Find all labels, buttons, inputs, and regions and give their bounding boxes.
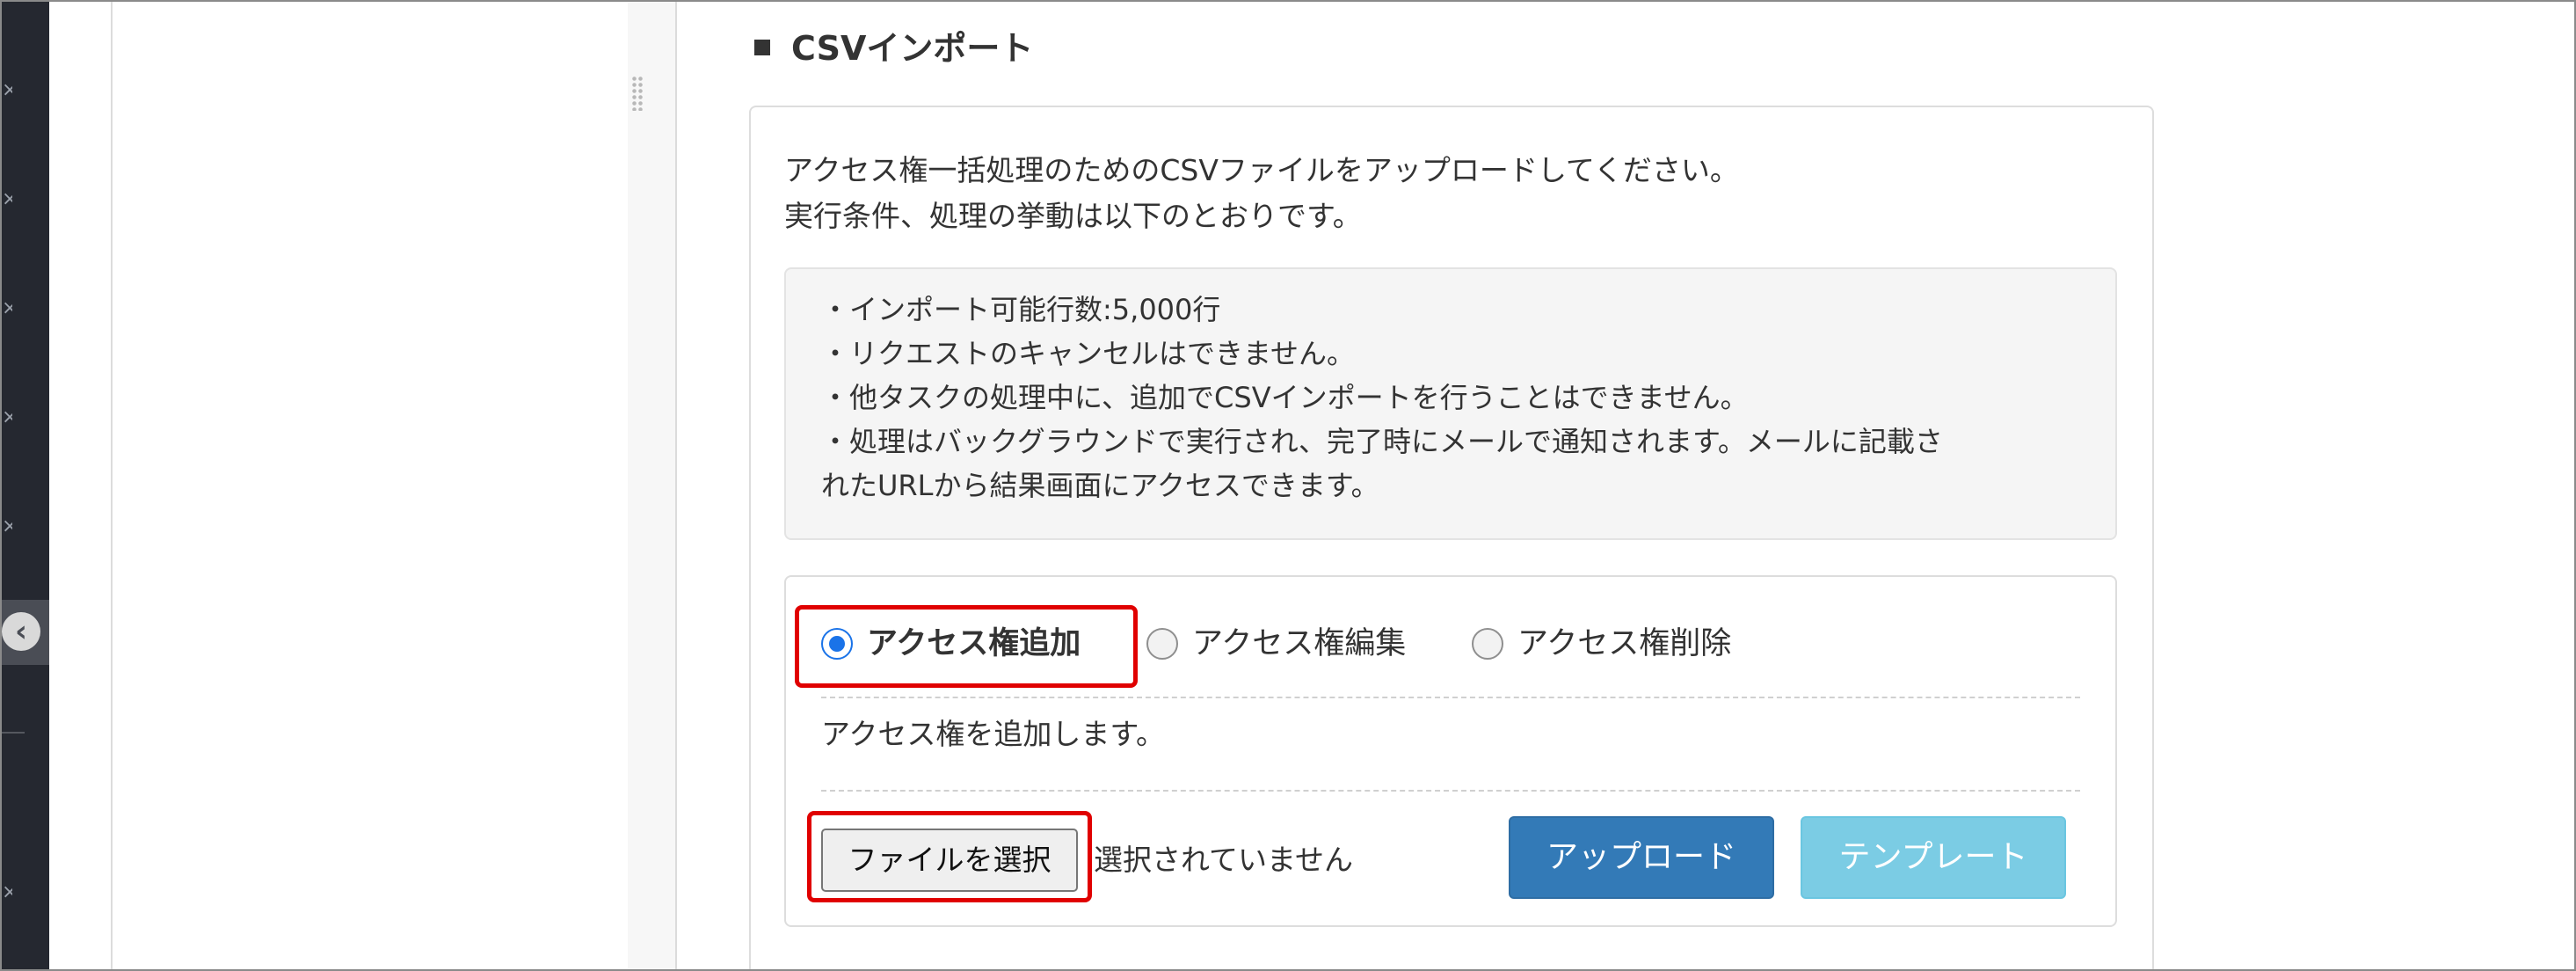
conditions-box: ・インポート可能行数:5,000行 ・リクエストのキャンセルはできません。 ・他… bbox=[784, 267, 2117, 540]
nav-item-icon[interactable]: × bbox=[2, 297, 12, 320]
operation-description: アクセス権を追加します。 bbox=[821, 717, 1166, 751]
screenshot-frame: × × × × × ‹ × CSVインポート アクセス権一括処理のためのCSVフ… bbox=[0, 0, 2576, 971]
radio-label-edit[interactable]: アクセス権編集 bbox=[1192, 619, 1406, 668]
file-status-text: 選択されていません bbox=[1094, 843, 1354, 877]
splitter-gutter[interactable] bbox=[628, 2, 675, 969]
nav-item-icon[interactable]: × bbox=[2, 188, 12, 211]
nav-item-icon[interactable]: × bbox=[2, 79, 12, 102]
left-panel bbox=[49, 2, 628, 969]
drag-handle-icon[interactable] bbox=[631, 76, 644, 111]
section-title: CSVインポート bbox=[754, 21, 1033, 69]
highlight-choose-file bbox=[807, 811, 1092, 902]
note-line: ・リクエストのキャンセルはできません。 bbox=[821, 337, 1356, 370]
radio-label-delete[interactable]: アクセス権削除 bbox=[1517, 619, 1731, 668]
nav-item-icon[interactable]: × bbox=[2, 515, 12, 538]
note-line: ・インポート可能行数:5,000行 bbox=[821, 293, 1221, 326]
intro-text: アクセス権一括処理のためのCSVファイルをアップロードしてください。 実行条件、… bbox=[784, 148, 1739, 239]
nav-divider bbox=[2, 732, 25, 734]
note-line: ・他タスクの処理中に、追加でCSVインポートを行うことはできません。 bbox=[821, 381, 1749, 414]
note-line: ・処理はバックグラウンドで実行され、完了時にメールで通知されます。メールに記載さ bbox=[821, 425, 1943, 458]
arrow-left-circle-icon[interactable]: ‹ bbox=[2, 612, 40, 651]
dashed-divider bbox=[821, 697, 2080, 698]
intro-line: アクセス権一括処理のためのCSVファイルをアップロードしてください。 bbox=[784, 153, 1739, 187]
upload-button[interactable]: アップロード bbox=[1509, 816, 1774, 899]
square-bullet-icon bbox=[754, 39, 770, 55]
nav-collapse-item[interactable]: ‹ bbox=[2, 600, 49, 665]
panel-border bbox=[675, 2, 677, 969]
nav-sidebar: × × × × × ‹ × bbox=[2, 2, 49, 969]
note-line: れたURLから結果画面にアクセスできます。 bbox=[821, 469, 1379, 502]
intro-line: 実行条件、処理の挙動は以下のとおりです。 bbox=[784, 199, 1362, 233]
section-title-text: CSVインポート bbox=[791, 29, 1034, 68]
nav-item-icon[interactable]: × bbox=[2, 406, 12, 429]
nav-item-icon[interactable]: × bbox=[2, 881, 12, 904]
panel-border bbox=[111, 2, 113, 969]
highlight-radio-add bbox=[795, 605, 1138, 688]
template-button[interactable]: テンプレート bbox=[1801, 816, 2066, 899]
radio-button[interactable] bbox=[1146, 628, 1178, 660]
radio-button[interactable] bbox=[1472, 628, 1503, 660]
dashed-divider bbox=[821, 790, 2080, 792]
